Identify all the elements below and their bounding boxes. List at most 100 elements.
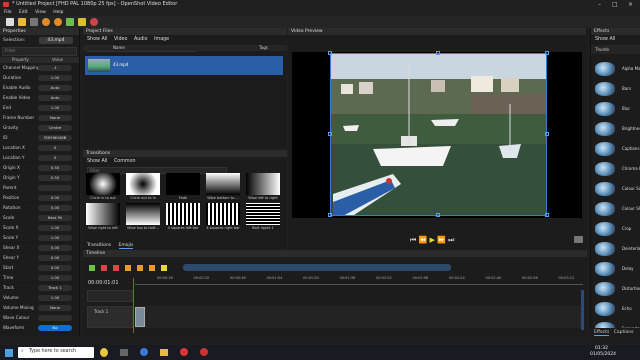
transition-thumbnail[interactable]: [246, 173, 280, 195]
property-value[interactable]: 0.00: [38, 195, 72, 201]
resize-handle[interactable]: [436, 213, 440, 217]
effect-thumbnail[interactable]: [595, 102, 615, 116]
tab-emojis[interactable]: Emojis: [118, 243, 134, 249]
effect-thumbnail[interactable]: [595, 202, 615, 216]
timeline-ruler[interactable]: 00:00:16 00:00:32 00:00:48 00:01:04 00:01:20…: [135, 276, 575, 284]
rewind-icon[interactable]: ⏪: [419, 236, 428, 244]
tab-image[interactable]: Image: [154, 37, 169, 42]
menu-help[interactable]: Help: [53, 10, 63, 15]
tab-transitions-common[interactable]: Common: [114, 159, 136, 164]
resize-handle[interactable]: [545, 132, 549, 136]
tab-video[interactable]: Video: [114, 37, 127, 42]
edge-icon[interactable]: [140, 348, 148, 356]
effect-thumbnail[interactable]: [595, 142, 615, 156]
file-row[interactable]: 43.mp4: [85, 56, 283, 75]
resize-handle[interactable]: [328, 51, 332, 55]
new-project-icon[interactable]: [6, 18, 14, 26]
tab-audio[interactable]: Audio: [134, 37, 148, 42]
menu-view[interactable]: View: [35, 10, 46, 15]
close-icon[interactable]: ×: [628, 0, 633, 9]
property-value[interactable]: 1.00: [38, 275, 72, 281]
properties-filter-input[interactable]: Filter: [2, 47, 77, 56]
file-explorer-icon[interactable]: [160, 349, 168, 356]
tab-show-all[interactable]: Show All: [87, 37, 107, 42]
resize-handle[interactable]: [545, 51, 549, 55]
effect-thumbnail[interactable]: [595, 182, 615, 196]
transition-thumbnail[interactable]: [246, 203, 280, 225]
openshot-taskbar-icon[interactable]: [200, 348, 208, 356]
property-value[interactable]: 1.00: [38, 105, 72, 111]
property-value[interactable]: Centre: [38, 125, 72, 131]
minimize-icon[interactable]: –: [598, 0, 601, 9]
choose-profile-icon[interactable]: [78, 18, 86, 26]
effect-thumbnail[interactable]: [595, 162, 615, 176]
property-value[interactable]: No: [38, 325, 72, 331]
jump-end-icon[interactable]: ⏭: [448, 236, 454, 244]
effect-thumbnail[interactable]: [595, 122, 615, 136]
property-value[interactable]: 1.00: [38, 225, 72, 231]
tab-effects[interactable]: Effects: [594, 330, 610, 336]
property-value[interactable]: 1.00: [38, 235, 72, 241]
menu-edit[interactable]: Edit: [19, 10, 28, 15]
fast-forward-icon[interactable]: ⏩: [437, 236, 446, 244]
selection-dropdown[interactable]: 43.mp4: [39, 37, 73, 44]
property-value[interactable]: Best Fit: [38, 215, 72, 221]
property-value[interactable]: 1.00: [38, 295, 72, 301]
zoom-slider[interactable]: [183, 264, 451, 271]
tab-captions[interactable]: Captions: [614, 330, 634, 335]
center-timeline-icon[interactable]: [161, 265, 167, 271]
transition-thumbnail[interactable]: [206, 203, 240, 225]
snap-icon[interactable]: [101, 265, 107, 271]
property-value[interactable]: -1: [38, 65, 72, 71]
property-value[interactable]: 0: [38, 145, 72, 151]
effect-thumbnail[interactable]: [595, 222, 615, 236]
timeline-scrollbar[interactable]: [581, 290, 584, 330]
property-value[interactable]: [38, 185, 72, 191]
import-files-icon[interactable]: [66, 18, 74, 26]
effect-thumbnail[interactable]: [595, 62, 615, 76]
export-video-icon[interactable]: [90, 18, 98, 26]
camera-icon[interactable]: [574, 236, 583, 243]
playhead[interactable]: [133, 278, 134, 333]
task-view-icon[interactable]: [120, 349, 128, 356]
save-project-icon[interactable]: [30, 18, 38, 26]
property-value[interactable]: None: [38, 305, 72, 311]
maximize-icon[interactable]: □: [612, 0, 618, 9]
clip[interactable]: [135, 307, 145, 327]
property-value[interactable]: 0.50: [38, 165, 72, 171]
resize-handle[interactable]: [328, 132, 332, 136]
property-value[interactable]: 0.50: [38, 175, 72, 181]
weather-icon[interactable]: [100, 348, 108, 357]
property-value[interactable]: None: [38, 115, 72, 121]
add-track-icon[interactable]: [89, 265, 95, 271]
play-icon[interactable]: ▶: [430, 236, 435, 244]
resize-handle[interactable]: [436, 51, 440, 55]
transition-thumbnail[interactable]: [126, 173, 160, 195]
effect-thumbnail[interactable]: [595, 282, 615, 296]
redo-icon[interactable]: [54, 18, 62, 26]
windows-start-icon[interactable]: [5, 349, 13, 357]
previous-marker-icon[interactable]: [137, 265, 143, 271]
open-project-icon[interactable]: [18, 18, 26, 26]
tab-effects-show-all[interactable]: Show All: [595, 37, 615, 42]
property-value[interactable]: 0: [38, 155, 72, 161]
effect-thumbnail[interactable]: [595, 302, 615, 316]
taskbar-search-box[interactable]: ⌕ Type here to search: [18, 347, 94, 358]
tab-transitions-show-all[interactable]: Show All: [87, 159, 107, 164]
property-value[interactable]: Auto: [38, 95, 72, 101]
transition-thumbnail[interactable]: [166, 173, 200, 195]
resize-handle[interactable]: [545, 213, 549, 217]
effect-thumbnail[interactable]: [595, 262, 615, 276]
tab-transitions[interactable]: Transitions: [87, 243, 111, 248]
transition-thumbnail[interactable]: [126, 203, 160, 225]
property-value[interactable]: 0.00: [38, 245, 72, 251]
jump-start-icon[interactable]: ⏮: [410, 236, 416, 244]
property-value[interactable]: 1.00: [38, 75, 72, 81]
transition-thumbnail[interactable]: [86, 173, 120, 195]
transition-thumbnail[interactable]: [206, 173, 240, 195]
razor-icon[interactable]: [113, 265, 119, 271]
video-frame[interactable]: [330, 53, 547, 216]
property-value[interactable]: 0.00: [38, 265, 72, 271]
property-value[interactable]: Auto: [38, 85, 72, 91]
property-value[interactable]: Track 1: [38, 285, 72, 291]
